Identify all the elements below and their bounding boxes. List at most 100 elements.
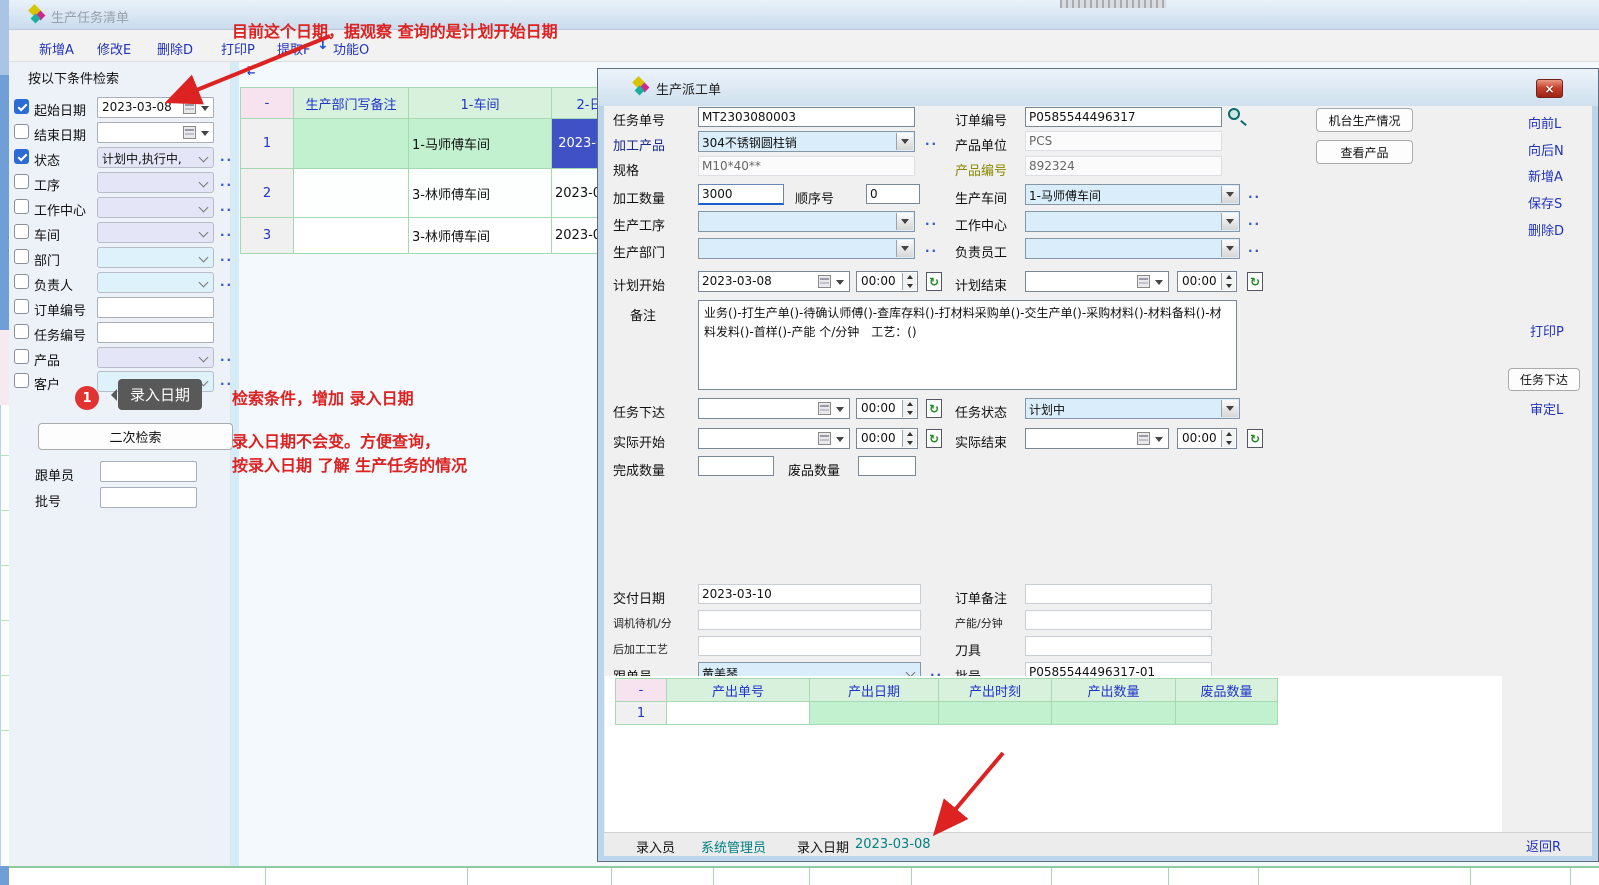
checkbox-workshop[interactable] — [14, 224, 29, 239]
workshop-cell[interactable]: 3-林师傅车间 — [409, 218, 552, 254]
column-header[interactable]: 1-车间 — [409, 88, 552, 119]
column-header[interactable]: - — [616, 679, 667, 702]
checkbox-end-date[interactable] — [14, 124, 29, 139]
column-header[interactable]: 产出日期 — [810, 679, 939, 702]
dropdown-icon[interactable] — [1221, 213, 1238, 230]
menu-add-button[interactable]: 新增A — [39, 39, 74, 58]
task-status-combo[interactable]: 计划中 — [1025, 398, 1240, 419]
more-link[interactable]: .. — [220, 350, 233, 364]
next-link[interactable]: 向后N — [1528, 140, 1564, 159]
time-spinner[interactable] — [902, 430, 916, 447]
end-date-input[interactable] — [97, 122, 214, 143]
output-date-cell[interactable] — [810, 702, 939, 725]
row-number[interactable]: 1 — [241, 119, 294, 169]
calendar-icon[interactable] — [818, 275, 831, 288]
seq-input[interactable]: 0 — [866, 184, 920, 204]
add-link[interactable]: 新增A — [1528, 166, 1563, 185]
table-row[interactable]: 3 3-林师傅车间 2023-03-08 — [241, 218, 641, 254]
order-no-input[interactable] — [97, 297, 214, 318]
dropdown-icon[interactable] — [1221, 186, 1238, 203]
calendar-icon[interactable] — [1137, 432, 1150, 445]
dropdown-icon[interactable] — [201, 131, 209, 136]
swap-columns-icon[interactable]: → ← — [247, 65, 255, 77]
checkbox-process[interactable] — [14, 174, 29, 189]
menu-delete-button[interactable]: 删除D — [157, 39, 193, 58]
calendar-icon[interactable] — [1137, 275, 1150, 288]
refresh-icon[interactable]: ↻ — [926, 429, 942, 448]
refresh-icon[interactable]: ↻ — [1247, 272, 1263, 291]
note-cell[interactable] — [294, 119, 409, 169]
output-scrap-cell[interactable] — [1176, 702, 1278, 725]
table-row[interactable]: 1 — [616, 702, 1278, 725]
output-no-cell[interactable] — [667, 702, 810, 725]
dept-combo[interactable] — [698, 238, 915, 259]
time-spinner[interactable] — [902, 400, 916, 417]
process-combo[interactable] — [698, 211, 915, 232]
staff-combo[interactable] — [1025, 238, 1240, 259]
view-product-button[interactable]: 查看产品 — [1316, 140, 1413, 164]
start-date-input[interactable]: 2023-03-08 — [97, 97, 214, 118]
machine-status-button[interactable]: 机台生产情况 — [1316, 108, 1413, 132]
dropdown-icon[interactable] — [1155, 437, 1163, 442]
department-combo[interactable] — [97, 247, 214, 268]
workshop-combo[interactable]: 1-马师傅车间 — [1025, 184, 1240, 205]
more-link[interactable]: .. — [220, 250, 233, 264]
checkbox-product[interactable] — [14, 349, 29, 364]
checkbox-department[interactable] — [14, 249, 29, 264]
secondary-search-button[interactable]: 二次检索 — [38, 423, 233, 450]
follower-input[interactable] — [100, 461, 197, 482]
output-qty-cell[interactable] — [1052, 702, 1176, 725]
note-cell[interactable] — [294, 218, 409, 254]
dialog-titlebar[interactable]: 生产派工单 — [598, 69, 1598, 106]
tool-field[interactable] — [1025, 636, 1212, 656]
dispatch-time[interactable]: 00:00 — [856, 398, 918, 419]
dropdown-icon[interactable] — [836, 280, 844, 285]
actual-end-date[interactable] — [1025, 428, 1169, 449]
more-link[interactable]: .. — [220, 150, 233, 164]
dropdown-icon[interactable] — [1221, 400, 1238, 417]
dropdown-icon[interactable] — [896, 240, 913, 257]
plan-end-date[interactable] — [1025, 271, 1169, 292]
time-spinner[interactable] — [1221, 430, 1235, 447]
order-remark-field[interactable] — [1025, 584, 1212, 604]
delete-link[interactable]: 删除D — [1528, 220, 1564, 239]
dropdown-icon[interactable] — [1221, 240, 1238, 257]
checkbox-status[interactable] — [14, 149, 29, 164]
workcenter-combo[interactable] — [1025, 211, 1240, 232]
dispatch-date[interactable] — [698, 398, 850, 419]
checkbox-customer[interactable] — [14, 373, 29, 388]
qty-input[interactable]: 3000 — [698, 184, 784, 205]
plan-start-time[interactable]: 00:00 — [856, 271, 918, 292]
dropdown-icon[interactable] — [836, 437, 844, 442]
row-number[interactable]: 1 — [616, 702, 667, 725]
calendar-icon[interactable] — [183, 101, 196, 114]
more-link[interactable]: .. — [1248, 241, 1261, 255]
calendar-icon[interactable] — [183, 126, 196, 139]
time-spinner[interactable] — [1221, 273, 1235, 290]
actual-start-time[interactable]: 00:00 — [856, 428, 918, 449]
row-number[interactable]: 3 — [241, 218, 294, 254]
note-cell[interactable] — [294, 169, 409, 218]
capacity-field[interactable] — [1025, 610, 1212, 630]
dropdown-icon[interactable] — [1155, 280, 1163, 285]
product-combo[interactable] — [97, 347, 214, 368]
task-no-input[interactable]: MT2303080003 — [698, 107, 915, 127]
plan-end-time[interactable]: 00:00 — [1177, 271, 1237, 292]
refresh-icon[interactable]: ↻ — [926, 272, 942, 291]
calendar-icon[interactable] — [818, 432, 831, 445]
more-link[interactable]: .. — [220, 175, 233, 189]
actual-start-date[interactable] — [698, 428, 850, 449]
row-number[interactable]: 2 — [241, 169, 294, 218]
column-header[interactable]: 生产部门写备注 — [294, 88, 409, 119]
checkbox-start-date[interactable] — [14, 99, 29, 114]
dropdown-icon[interactable] — [896, 213, 913, 230]
close-button[interactable]: × — [1536, 79, 1563, 98]
calendar-icon[interactable] — [818, 402, 831, 415]
more-link[interactable]: .. — [925, 134, 938, 148]
prev-link[interactable]: 向前L — [1528, 113, 1561, 132]
more-link[interactable]: .. — [1248, 214, 1261, 228]
more-link[interactable]: .. — [925, 241, 938, 255]
plan-start-date[interactable]: 2023-03-08 — [698, 271, 850, 292]
actual-end-time[interactable]: 00:00 — [1177, 428, 1237, 449]
workshop-combo[interactable] — [97, 222, 214, 243]
